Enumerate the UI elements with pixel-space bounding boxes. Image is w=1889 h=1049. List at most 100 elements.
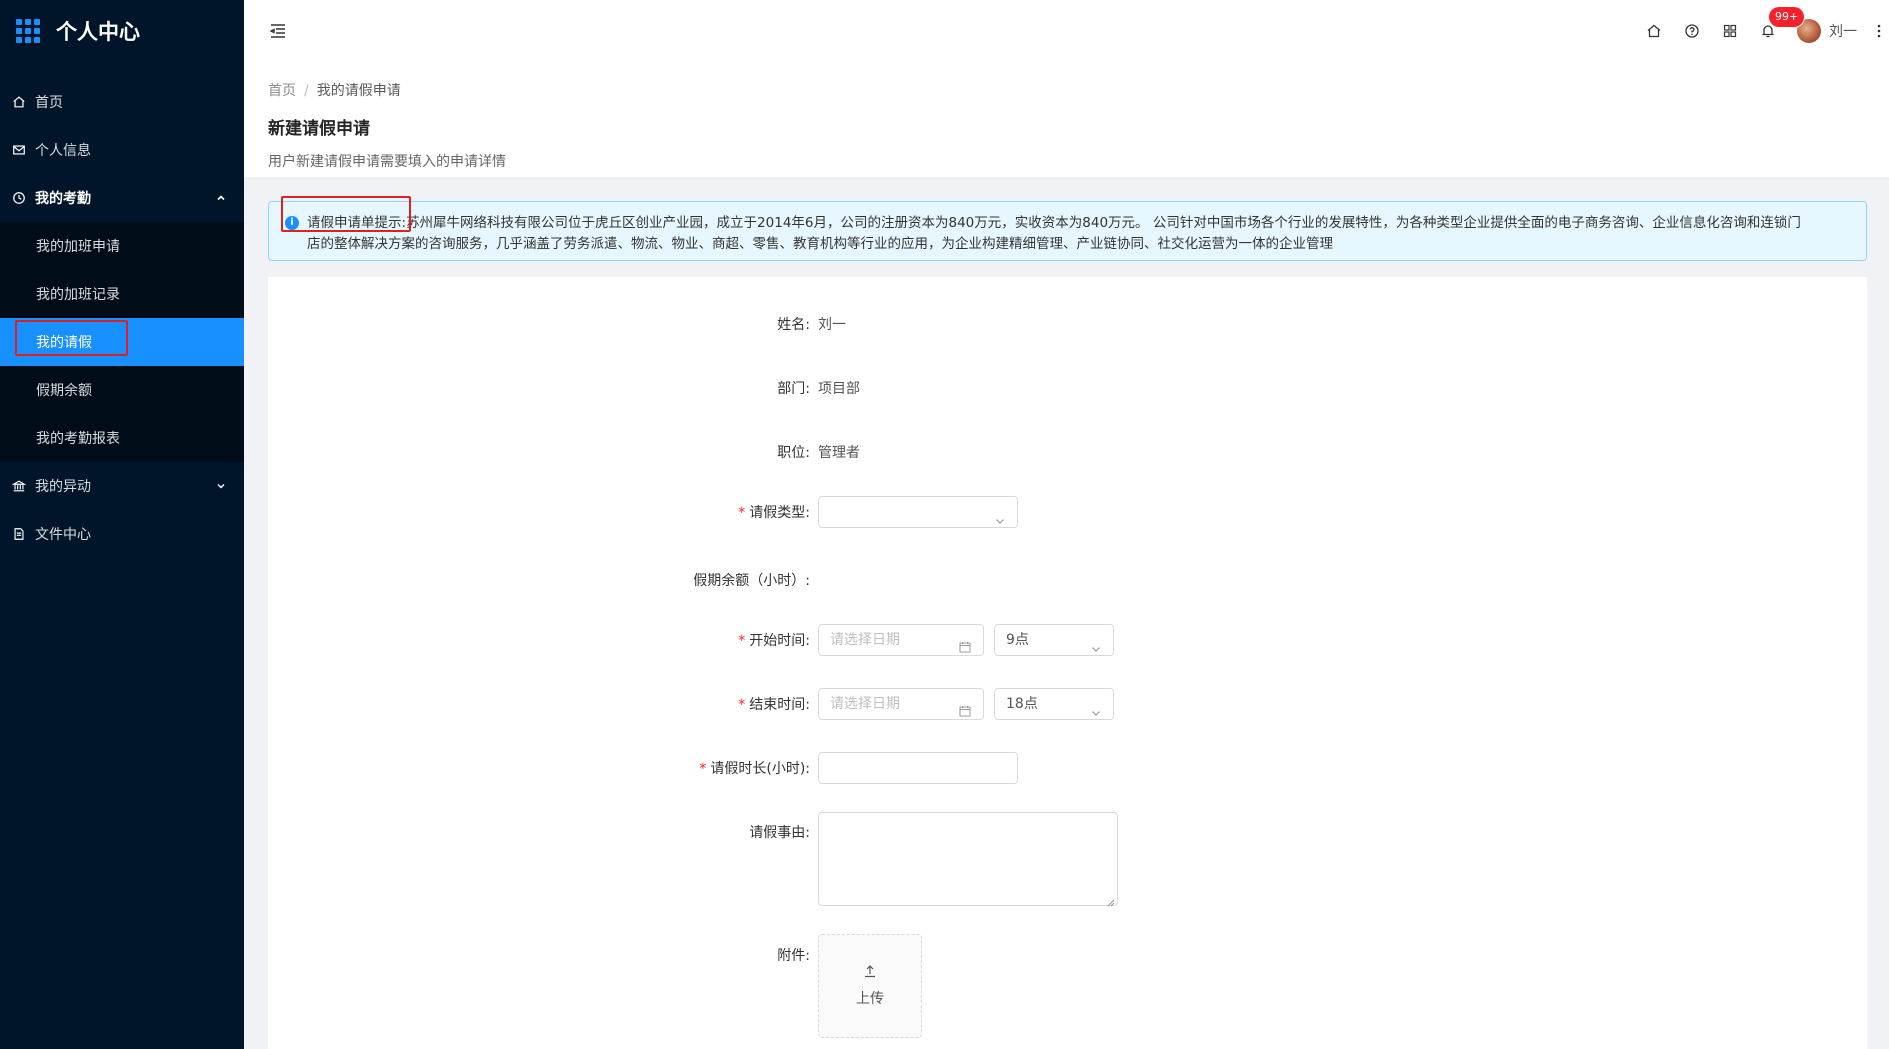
breadcrumb-current: 我的请假申请 — [316, 83, 401, 99]
breadcrumb-home[interactable]: 首页 — [268, 83, 296, 99]
help-icon[interactable] — [1673, 0, 1711, 62]
chevron-up-icon — [216, 193, 226, 203]
position-value: 管理者 — [818, 445, 860, 461]
chevron-down-icon — [216, 481, 226, 491]
upload-label: 上传 — [856, 991, 884, 1007]
sidebar-item-files[interactable]: 文件中心 — [0, 510, 244, 558]
position-label: 职位: — [777, 445, 810, 461]
bank-icon — [12, 479, 26, 493]
form-row-duration: * 请假时长(小时): — [268, 752, 1867, 784]
sidebar-menu: 首页 个人信息 我的考勤 我的加班申请 我的加班记录 我的请假 假期余额 我的考… — [0, 78, 244, 558]
balance-label: 假期余额（小时）: — [693, 573, 810, 589]
leave-type-label: * 请假类型: — [268, 502, 818, 522]
upload-button[interactable]: 上传 — [818, 934, 922, 1038]
page-title: 新建请假申请 — [268, 119, 370, 139]
dept-label: 部门: — [777, 381, 810, 397]
app-logo[interactable]: 个人中心 — [0, 0, 244, 62]
calendar-icon — [959, 634, 971, 653]
sidebar-item-label: 个人信息 — [35, 143, 91, 159]
sidebar-item-transfer[interactable]: 我的异动 — [0, 462, 244, 510]
duration-input[interactable] — [818, 752, 1018, 784]
breadcrumb-separator: / — [304, 83, 309, 99]
sidebar-item-attendance-report[interactable]: 我的考勤报表 — [0, 414, 244, 462]
form-row-balance: 假期余额（小时）: — [268, 570, 1867, 590]
required-mark: * — [738, 697, 746, 713]
leave-type-select[interactable] — [818, 496, 1018, 528]
form-row-name: 姓名: 刘一 — [268, 314, 1867, 334]
more-vertical-icon[interactable] — [1869, 0, 1889, 62]
sidebar-item-label: 我的考勤报表 — [36, 431, 120, 447]
form-row-start: * 开始时间: 请选择日期 9点 — [268, 624, 1867, 656]
dept-value: 项目部 — [818, 381, 860, 397]
sidebar-item-label: 我的异动 — [35, 479, 91, 495]
start-label-text: 开始时间: — [749, 633, 810, 649]
end-label-text: 结束时间: — [749, 697, 810, 713]
sidebar-item-overtime-apply[interactable]: 我的加班申请 — [0, 222, 244, 270]
sidebar-item-attendance[interactable]: 我的考勤 — [0, 174, 244, 222]
required-mark: * — [738, 505, 746, 521]
file-icon — [12, 527, 26, 541]
menu-fold-icon[interactable] — [268, 21, 288, 41]
start-date-placeholder: 请选择日期 — [830, 632, 900, 648]
alert-text: 苏州犀牛网络科技有限公司位于虎丘区创业产业园，成立于2014年6月，公司的注册资… — [406, 215, 1801, 231]
clock-icon — [12, 191, 26, 205]
leave-type-label-text: 请假类型: — [749, 505, 810, 521]
sidebar-item-home[interactable]: 首页 — [0, 78, 244, 126]
sidebar-item-label: 文件中心 — [35, 527, 91, 543]
name-value: 刘一 — [818, 317, 846, 333]
start-hour-value: 9点 — [1006, 632, 1029, 648]
form-row-attachment: 附件: 上传 — [268, 934, 1867, 1038]
calendar-icon — [959, 698, 971, 717]
info-alert: i 请假申请单提示:苏州犀牛网络科技有限公司位于虎丘区创业产业园，成立于2014… — [268, 196, 1867, 261]
attachment-label: 附件: — [777, 948, 810, 964]
form-row-reason: 请假事由: — [268, 812, 1867, 907]
highlight-box — [15, 320, 128, 356]
apps-icon[interactable] — [1711, 0, 1749, 62]
required-mark: * — [738, 633, 746, 649]
sidebar-item-overtime-record[interactable]: 我的加班记录 — [0, 270, 244, 318]
home-icon — [12, 95, 26, 109]
chevron-down-icon — [1091, 635, 1101, 652]
page-description: 用户新建请假申请需要填入的申请详情 — [268, 154, 506, 170]
form-row-end: * 结束时间: 请选择日期 18点 — [268, 688, 1867, 720]
alert-line-1: 请假申请单提示:苏州犀牛网络科技有限公司位于虎丘区创业产业园，成立于2014年6… — [307, 213, 1846, 234]
end-date-picker[interactable]: 请选择日期 — [818, 688, 984, 720]
top-header: 99+ 刘一 — [244, 0, 1889, 62]
start-label: * 开始时间: — [268, 630, 818, 650]
end-hour-select[interactable]: 18点 — [994, 688, 1114, 720]
upload-icon — [863, 964, 877, 988]
end-date-placeholder: 请选择日期 — [830, 696, 900, 712]
end-hour-value: 18点 — [1006, 696, 1038, 712]
sidebar-item-label: 首页 — [35, 95, 63, 111]
app-title: 个人中心 — [56, 20, 140, 44]
sidebar-item-profile[interactable]: 个人信息 — [0, 126, 244, 174]
username: 刘一 — [1829, 24, 1857, 40]
alert-line-2: 店的整体解决方案的咨询服务，几乎涵盖了劳务派遣、物流、物业、商超、零售、教育机构… — [307, 236, 1333, 252]
sidebar-item-label: 我的加班申请 — [36, 239, 120, 255]
end-label: * 结束时间: — [268, 694, 818, 714]
sidebar-item-my-leave[interactable]: 我的请假 — [0, 318, 244, 366]
notification-bell-icon[interactable]: 99+ — [1749, 0, 1805, 62]
duration-label-text: 请假时长(小时): — [710, 761, 810, 777]
duration-label: * 请假时长(小时): — [268, 758, 818, 778]
mail-icon — [12, 143, 26, 157]
sidebar-item-label: 我的加班记录 — [36, 287, 120, 303]
start-date-picker[interactable]: 请选择日期 — [818, 624, 984, 656]
reason-label: 请假事由: — [749, 825, 810, 841]
start-hour-select[interactable]: 9点 — [994, 624, 1114, 656]
home-icon[interactable] — [1635, 0, 1673, 62]
reason-textarea[interactable] — [818, 812, 1118, 907]
sidebar: 个人中心 首页 个人信息 我的考勤 我的加班申请 我的加班记录 我的请假 假期余… — [0, 0, 244, 1049]
attendance-submenu: 我的加班申请 我的加班记录 我的请假 假期余额 我的考勤报表 — [0, 222, 244, 462]
header-actions: 99+ 刘一 — [1635, 0, 1889, 62]
sidebar-item-label: 我的考勤 — [35, 191, 91, 207]
sidebar-item-leave-balance[interactable]: 假期余额 — [0, 366, 244, 414]
breadcrumb: 首页 / 我的请假申请 — [268, 80, 1865, 100]
form-row-position: 职位: 管理者 — [268, 442, 1867, 462]
resize-grip-icon[interactable] — [1107, 895, 1115, 907]
name-label: 姓名: — [777, 317, 810, 333]
app-grid-icon — [16, 19, 40, 43]
required-mark: * — [699, 761, 707, 777]
highlight-box — [281, 196, 411, 232]
form-row-leave-type: * 请假类型: — [268, 496, 1867, 528]
